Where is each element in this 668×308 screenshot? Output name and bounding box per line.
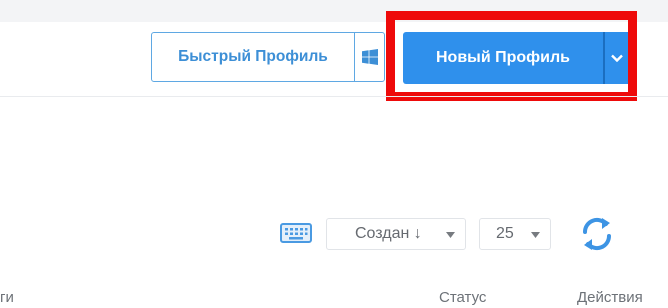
windows-icon (361, 49, 378, 65)
page-size-value: 25 (496, 225, 514, 242)
page-size-select[interactable]: 25 (479, 218, 551, 250)
caret-down-icon (446, 232, 455, 238)
os-select-button[interactable] (355, 33, 384, 81)
top-bar-background (0, 0, 668, 22)
column-header-actions: Действия (577, 289, 643, 306)
chevron-down-icon (610, 54, 623, 62)
keyboard-icon[interactable] (280, 222, 312, 244)
caret-down-icon (531, 232, 540, 238)
sort-select-value: Создан ↓ (355, 225, 422, 242)
refresh-icon[interactable] (580, 214, 614, 254)
column-header-partial: ги (0, 289, 14, 306)
new-profile-dropdown-toggle[interactable] (605, 32, 628, 84)
quick-profile-button[interactable]: Быстрый Профиль (152, 33, 354, 81)
quick-profile-group: Быстрый Профиль (151, 32, 385, 82)
new-profile-button[interactable]: Новый Профиль (403, 32, 603, 84)
column-header-status: Статус (439, 289, 487, 306)
sort-select[interactable]: Создан ↓ (326, 218, 466, 250)
header-divider (0, 96, 668, 97)
